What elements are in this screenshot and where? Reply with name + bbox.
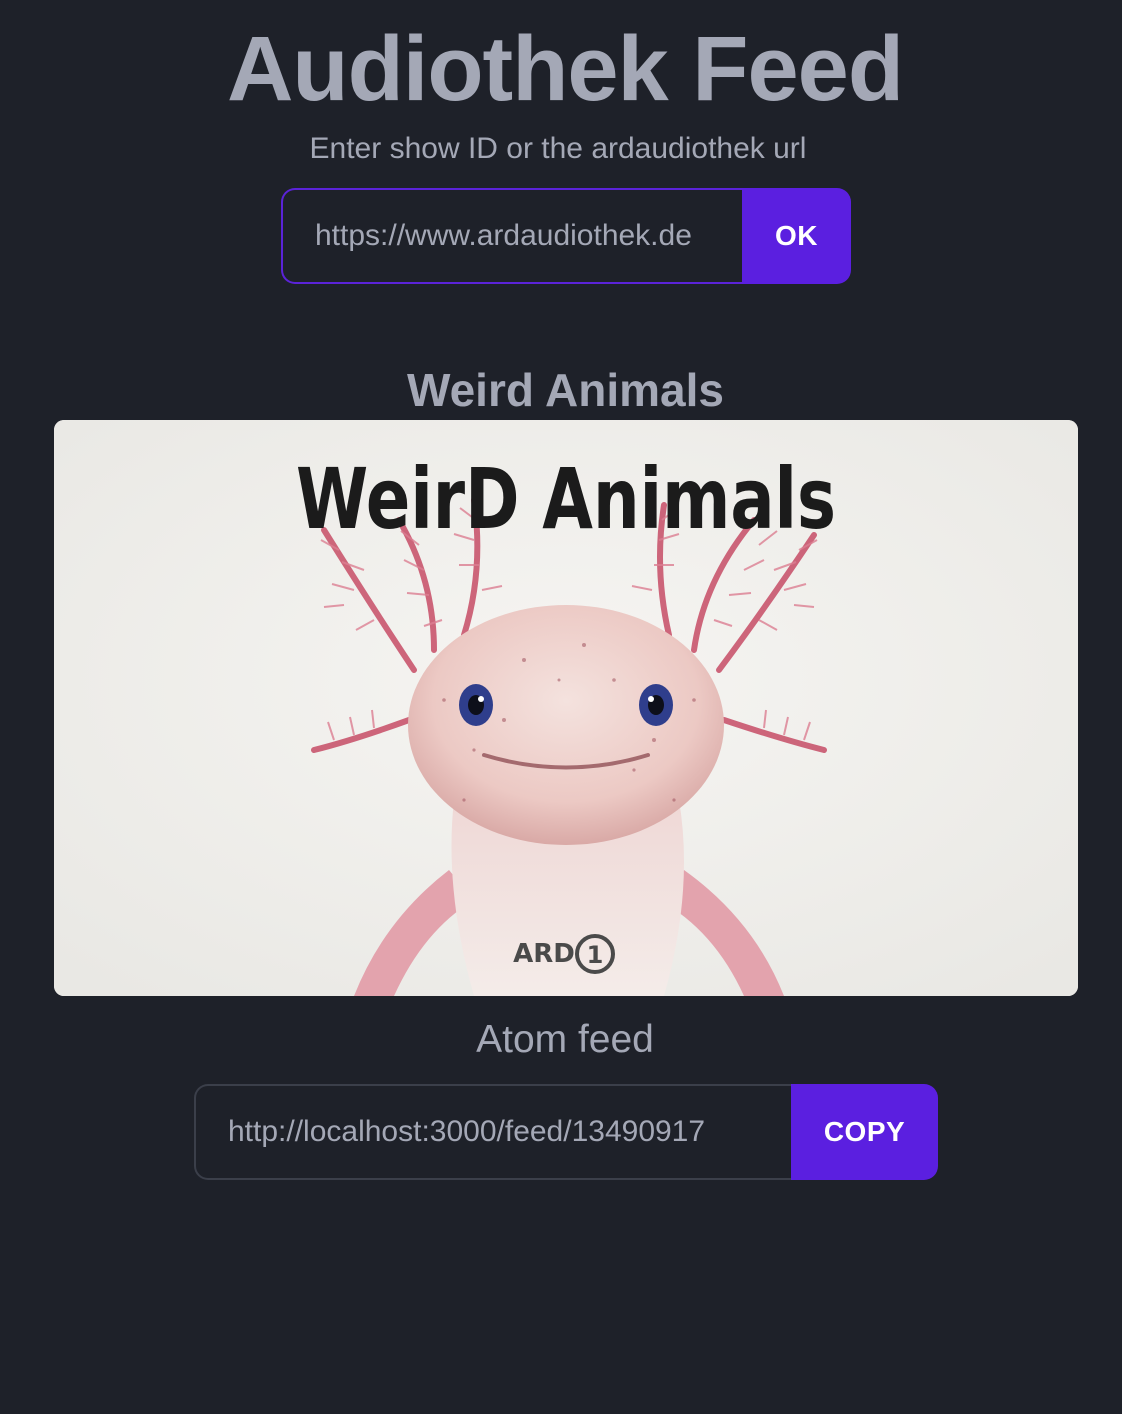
page-title: Audiothek Feed [226, 18, 904, 120]
search-form: OK [281, 188, 851, 284]
ok-button[interactable]: OK [742, 188, 851, 284]
copy-button[interactable]: COPY [791, 1084, 938, 1180]
axolotl-image: WeirD Animals ARD 1 [54, 420, 1078, 996]
page-subtitle: Enter show ID or the ardaudiothek url [309, 132, 807, 165]
show-id-input[interactable] [281, 188, 742, 284]
show-cover-image: WeirD Animals ARD 1 [54, 420, 1078, 996]
ard-logo: ARD [513, 939, 575, 969]
feed-form: COPY [194, 1084, 938, 1180]
feed-url-input[interactable] [194, 1084, 791, 1180]
ard-one-mark: 1 [587, 941, 604, 969]
feed-label: Atom feed [476, 1018, 654, 1061]
cover-lettering: WeirD Animals [296, 450, 836, 548]
show-title: Weird Animals [407, 364, 724, 416]
